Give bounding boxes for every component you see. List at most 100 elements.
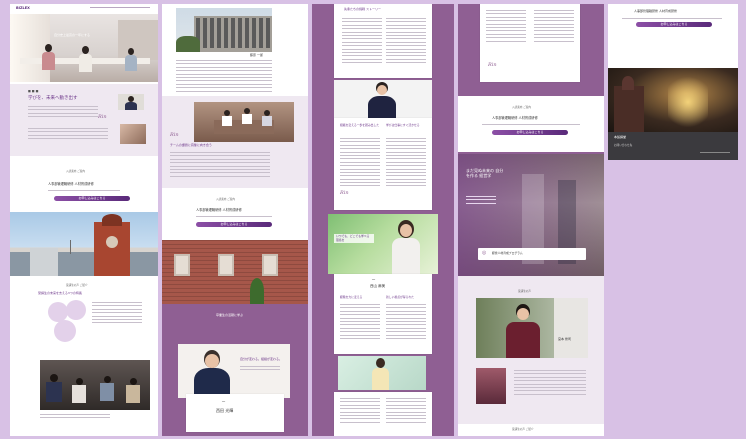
section-kicker: ■ ■ ■ xyxy=(28,89,39,93)
profile-kicker: ━━ xyxy=(372,278,376,281)
features-title: 受講生の未来を支える3つの特長 xyxy=(38,291,82,295)
executive-portrait-photo: 自分が変わる。組織が変わる。 xyxy=(178,344,290,398)
lecturer-photo xyxy=(118,94,144,110)
speaker-portrait-photo xyxy=(334,80,432,118)
program-box-4: 入試案内 ご案内 人事部管理職研修 人材育成研修 お申し込みはこちら xyxy=(458,96,604,152)
feature-bubble-3 xyxy=(54,320,76,342)
building-photo xyxy=(176,8,272,52)
clock-tower-photo xyxy=(10,212,158,276)
intro-section: ■ ■ ■ 学びを、未来へ動き出す Rin xyxy=(10,84,158,156)
story-mid-body-2 xyxy=(386,138,426,189)
program-title-5: 人事部管理職研修 人材育成研修 xyxy=(634,9,677,13)
enroll-button-2[interactable]: お申し込みはこちら xyxy=(196,222,272,227)
hero-caption: 自分史上最高の一年にする xyxy=(54,33,91,37)
student-body-b xyxy=(386,398,426,425)
night-campus-photo xyxy=(608,68,738,132)
story-body-2 xyxy=(386,18,426,65)
program-title: 人事部管理職研修 人材育成研修 xyxy=(48,182,94,186)
program-heading: 入試案内 ご案内 xyxy=(66,170,85,173)
story4-signature: Rin xyxy=(488,62,497,68)
story-mid-body xyxy=(340,138,380,189)
outdoor-banner-text: いつでも、どこでも学べる環境を xyxy=(334,234,374,244)
page-preview-5[interactable]: 人事部管理職研修 人材育成研修 お申し込みはこちら 本館講堂 お問い合わせ先 xyxy=(608,4,738,160)
portrait-name-card: ━━ 西田 光輝 xyxy=(186,394,284,432)
section-title: 学びを、未来へ動き出す xyxy=(28,96,78,101)
features-body xyxy=(92,302,142,326)
meeting-body xyxy=(170,152,270,179)
program-sub-5 xyxy=(622,18,722,21)
features-heading: 受講生の声 ご紹介 xyxy=(66,284,88,287)
footer-heading-4: 受講生の声 ご紹介 xyxy=(512,428,534,431)
campus-overlay-text: まだ見ぬ未来の 自分を作る 経営学 xyxy=(466,168,504,179)
meeting-quote: チームの課題に真摯に向き合う xyxy=(170,143,212,147)
page-preview-3[interactable]: 先輩たちの挑戦 ストーリー 組織を変える一歩を踏み出した 学びは仕事にすぐ活かせ… xyxy=(312,4,454,436)
alumni-photo xyxy=(476,298,588,358)
footer-box-4: 受講生の声 ご紹介 xyxy=(458,424,604,436)
brick-building-photo xyxy=(162,240,308,304)
program-sub-2 xyxy=(196,216,272,219)
program-heading-2: 入試案内 ご案内 xyxy=(216,198,235,201)
meeting-section: Rin チームの課題に真摯に向き合う xyxy=(162,96,308,188)
profile-body-b xyxy=(386,304,426,341)
enroll-button-5[interactable]: お申し込みはこちら xyxy=(636,22,712,27)
program-sub-4 xyxy=(482,124,580,127)
nav-menu[interactable] xyxy=(90,7,150,10)
student-card xyxy=(334,392,432,436)
night-footer-text[interactable]: お問い合わせ先 xyxy=(614,144,632,147)
story-title: 先輩たちの挑戦 ストーリー xyxy=(344,7,381,11)
meeting-photo xyxy=(120,124,146,144)
alumni-photo-small xyxy=(476,368,506,404)
intro-body-2 xyxy=(28,128,108,142)
story-quote-b: 学びは仕事にすぐ活かせる xyxy=(386,123,420,127)
outdoor-banner-photo: いつでも、どこでも学べる環境を xyxy=(328,214,438,274)
discussion-photo xyxy=(194,102,294,142)
program-sub xyxy=(48,190,120,193)
intro-signature: Rin xyxy=(98,114,107,120)
alumni-body xyxy=(514,370,586,397)
story4-body-b xyxy=(534,10,574,44)
story-body xyxy=(342,18,382,65)
enroll-button-4[interactable]: お申し込みはこちら xyxy=(492,130,568,135)
portrait-section: 卒業生の活躍に学ぶ 自分が変わる。組織が変わる。 ━━ 西田 光輝 xyxy=(162,304,308,436)
profile-body xyxy=(176,60,272,94)
story-card-top-4: Rin xyxy=(480,4,580,82)
badge-text: 経営人材育成プログラム xyxy=(492,251,523,255)
story-card-mid: 組織を変える一歩を踏み出した 学びは仕事にすぐ活かせる Rin xyxy=(334,118,432,210)
program-heading-4: 入試案内 ご案内 xyxy=(512,106,531,109)
student-photo xyxy=(338,356,426,390)
gallery-board: BIZLEX 自分史上最高の一年にする ■ ■ ■ 学びを、未来へ動き出す Ri… xyxy=(0,0,746,439)
portrait-caption-lines xyxy=(240,366,280,373)
profile-quote-c: 経験を力に変える xyxy=(340,295,363,299)
page-preview-1[interactable]: BIZLEX 自分史上最高の一年にする ■ ■ ■ 学びを、未来へ動き出す Ri… xyxy=(10,4,158,436)
program-title-2: 人事部管理職研修 人材育成研修 xyxy=(196,208,242,212)
story-signature: Rin xyxy=(340,190,349,196)
portrait-kicker: 卒業生の活躍に学ぶ xyxy=(216,313,244,317)
meeting-signature: Rin xyxy=(170,132,179,138)
brand-logo[interactable]: BIZLEX xyxy=(16,6,30,11)
alumni-section: 受講生の声 宮本 修司 xyxy=(458,276,604,424)
page-preview-4[interactable]: Rin 入試案内 ご案内 人事部管理職研修 人材育成研修 お申し込みはこちら ま… xyxy=(458,4,604,436)
portrait-role: ━━ xyxy=(222,400,226,403)
story4-body-a xyxy=(486,10,526,44)
portrait-caption: 自分が変わる。組織が変わる。 xyxy=(240,357,283,361)
enroll-button[interactable]: お申し込みはこちら xyxy=(54,196,130,201)
page-preview-2[interactable]: 藤原 一郎 Rin チームの課題に真摯に向き合う 入試案内 ご案内 人事部管理職… xyxy=(162,4,308,436)
hero-classroom-photo: 自分史上最高の一年にする xyxy=(10,14,158,82)
alumni-name: 宮本 修司 xyxy=(558,337,571,341)
student-body-a xyxy=(340,398,380,425)
portrait-name: 西田 光輝 xyxy=(216,408,234,413)
profile-name-tag: 藤原 一郎 xyxy=(250,53,263,57)
night-footer-line xyxy=(700,152,730,155)
program-title-4: 人事部管理職研修 人材育成研修 xyxy=(492,116,538,120)
badge-icon: ◎ xyxy=(482,250,487,256)
story-quote-a: 組織を変える一歩を踏み出した xyxy=(340,123,380,127)
group-photo xyxy=(40,360,150,410)
alumni-heading: 受講生の声 xyxy=(518,290,531,293)
night-caption: 本館講堂 xyxy=(614,135,627,139)
campus-overlay-body xyxy=(466,196,496,206)
story-card-top: 先輩たちの挑戦 ストーリー xyxy=(334,4,432,78)
profile-name: 西山 麻美 xyxy=(370,284,386,288)
profile-card: ━━ 西山 麻美 経験を力に変える 新しい視点が得られた xyxy=(334,274,432,354)
badge-strip[interactable]: ◎ 経営人材育成プログラム xyxy=(478,248,586,260)
profile-body-a xyxy=(340,304,380,341)
